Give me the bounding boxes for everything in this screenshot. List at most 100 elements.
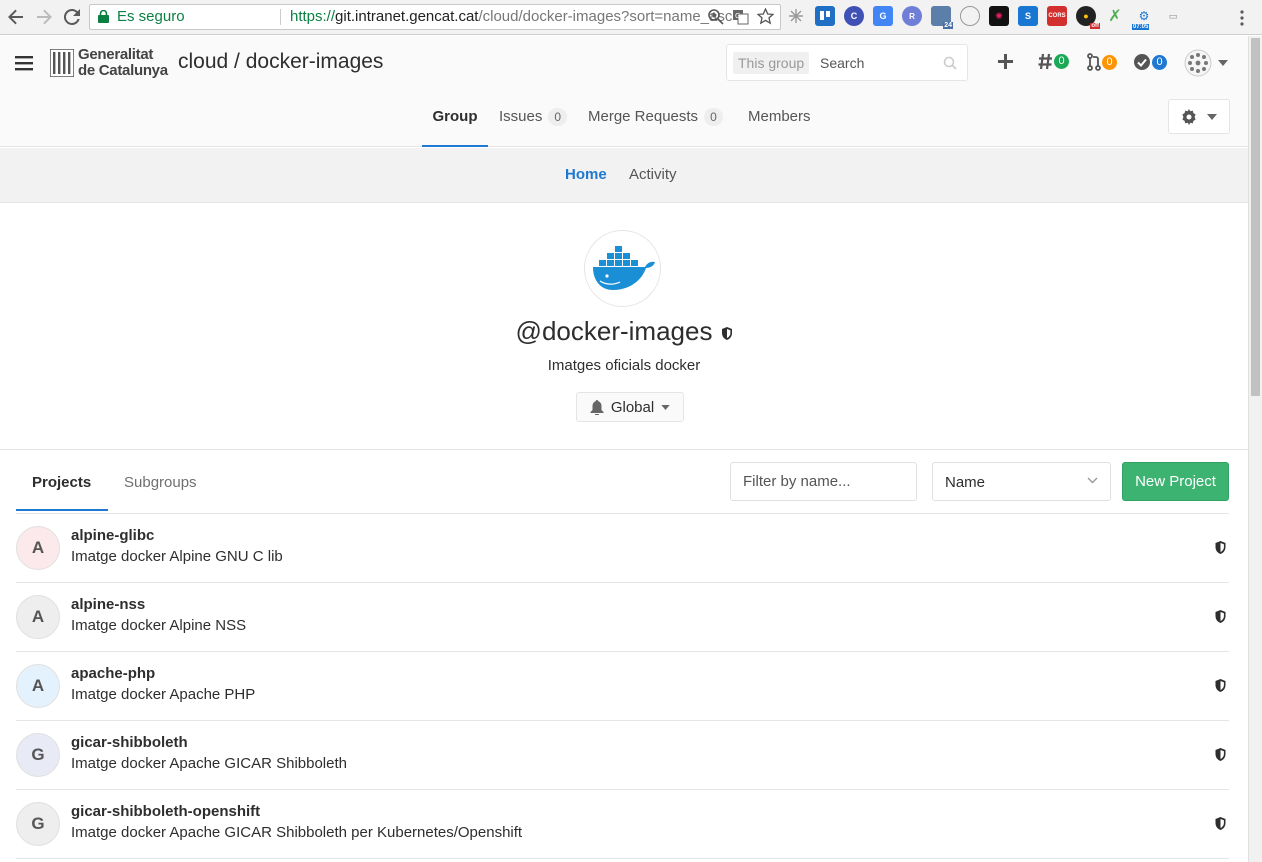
spell-check-icon[interactable]: ✗ (1105, 6, 1125, 26)
omnibox-separator (280, 9, 281, 25)
notification-label: Global (610, 398, 655, 416)
project-name-link[interactable]: gicar-shibboleth (71, 734, 188, 751)
project-name-link[interactable]: alpine-glibc (71, 527, 154, 544)
subtab-home[interactable]: Home (565, 166, 607, 183)
google-translate-icon[interactable]: G (873, 6, 893, 26)
project-avatar[interactable]: G (16, 802, 60, 846)
scrollbar-thumb[interactable] (1251, 38, 1260, 396)
bookmark-star-icon[interactable] (757, 8, 774, 25)
subtab-activity[interactable]: Activity (629, 166, 677, 183)
issues-link[interactable]: 0 (1038, 53, 1069, 70)
sort-select[interactable]: Name (932, 462, 1111, 501)
translate-page-icon[interactable]: G (732, 8, 749, 25)
logo-line-1: Generalitat (78, 46, 154, 63)
logo-line-2: de Catalunya (78, 62, 168, 79)
forward-button[interactable] (32, 5, 56, 29)
tab-projects[interactable]: Projects (32, 474, 91, 491)
visibility-indicator (1215, 817, 1226, 835)
hash-icon (1038, 53, 1052, 70)
url-text: https://git.intranet.gencat.cat/cloud/do… (290, 5, 732, 29)
project-name-link[interactable]: apache-php (71, 665, 155, 682)
project-row[interactable]: Ggicar-shibboleth-openshift Imatge docker… (16, 790, 1229, 859)
tab-subgroups[interactable]: Subgroups (124, 474, 197, 491)
breadcrumb-title[interactable]: cloud / docker-images (178, 50, 383, 74)
tab-issues-label: Issues (499, 108, 543, 125)
browser-toolbar: Es seguro https://git.intranet.gencat.ca… (0, 0, 1262, 35)
clock-ext-icon[interactable]: ⚙ 07:05 (1132, 6, 1154, 30)
reload-button[interactable] (60, 5, 84, 29)
hamburger-menu-icon[interactable] (15, 55, 33, 71)
reload-icon (64, 9, 80, 25)
active-tab-indicator (16, 509, 108, 511)
trello-icon[interactable] (815, 6, 835, 26)
gear-icon (1182, 108, 1196, 125)
chrome-off-icon[interactable]: ● off (1076, 6, 1100, 29)
caret-down-icon (1207, 113, 1217, 120)
project-description: Imatge docker Apache GICAR Shibboleth pe… (71, 824, 523, 841)
project-description: Imatge docker Alpine GNU C lib (71, 548, 283, 565)
section-divider (0, 449, 1248, 450)
colorful-ext-icon[interactable]: ✺ (989, 6, 1009, 26)
new-item-button[interactable] (997, 53, 1014, 70)
s-ext-icon[interactable]: S (1018, 6, 1038, 26)
project-row[interactable]: Aapache-php Imatge docker Apache PHP (16, 652, 1229, 721)
project-avatar[interactable]: A (16, 526, 60, 570)
secure-label: Es seguro (117, 8, 185, 25)
project-row[interactable]: Ggicar-shibboleth Imatge docker Apache GI… (16, 721, 1229, 790)
merge-requests-link[interactable]: 0 (1087, 53, 1117, 71)
tab-issues[interactable]: Issues 0 (499, 91, 568, 147)
calendar-icon[interactable]: 24 (931, 6, 953, 29)
url-path: /cloud/docker-images?sort=name_asc (478, 8, 733, 25)
project-description: Imatge docker Alpine NSS (71, 617, 247, 634)
tab-merge-requests[interactable]: Merge Requests 0 (588, 91, 723, 147)
circle-ext-icon[interactable] (960, 6, 980, 26)
url-scheme: https:// (290, 8, 336, 25)
group-description: Imatges oficials docker (547, 357, 701, 374)
shield-icon (1215, 817, 1226, 830)
search-input[interactable]: This group Search (726, 44, 968, 81)
project-row[interactable]: Aalpine-glibc Imatge docker Alpine GNU C … (16, 514, 1229, 583)
project-avatar[interactable]: A (16, 664, 60, 708)
todos-link[interactable]: 0 (1133, 53, 1167, 71)
generalitat-emblem-icon (50, 49, 74, 77)
check-circle-icon (1134, 54, 1150, 70)
address-bar[interactable]: Es seguro https://git.intranet.gencat.ca… (89, 4, 781, 30)
cors-icon[interactable]: CORS (1047, 6, 1067, 26)
project-name-link[interactable]: gicar-shibboleth-openshift (71, 803, 260, 820)
generalitat-logo[interactable]: Generalitat de Catalunya (50, 47, 168, 79)
project-avatar[interactable]: A (16, 595, 60, 639)
group-settings-dropdown[interactable] (1168, 99, 1230, 134)
r-ext-icon[interactable]: R (902, 6, 922, 26)
merge-requests-badge: 0 (704, 108, 723, 126)
filter-by-name-input[interactable] (730, 462, 917, 501)
group-avatar (584, 230, 661, 307)
project-name-link[interactable]: alpine-nss (71, 596, 145, 613)
snowflake-ext-icon[interactable] (786, 6, 806, 26)
project-avatar[interactable]: G (16, 733, 60, 777)
visibility-indicator (1215, 541, 1226, 559)
tab-group-label: Group (432, 108, 478, 125)
visibility-indicator (1215, 679, 1226, 697)
shield-icon (722, 326, 733, 340)
page-scrollbar[interactable] (1248, 36, 1262, 862)
project-row[interactable]: Aalpine-nss Imatge docker Alpine NSS (16, 583, 1229, 652)
zoom-icon[interactable] (707, 8, 724, 25)
user-menu-dropdown[interactable] (1184, 49, 1228, 77)
todos-count-badge: 0 (1152, 54, 1167, 70)
logo-text: Generalitat de Catalunya (78, 47, 168, 79)
shield-icon (1215, 679, 1226, 692)
plus-icon (998, 54, 1013, 69)
back-button[interactable] (4, 5, 28, 29)
browser-menu-icon[interactable] (1240, 10, 1244, 26)
cors-label: CORS (1048, 13, 1066, 19)
shield-icon (1215, 748, 1226, 761)
tab-group[interactable]: Group (422, 91, 488, 147)
c-ext-icon[interactable]: C (844, 6, 864, 26)
mr-count-badge: 0 (1102, 54, 1117, 70)
notification-dropdown[interactable]: Global (576, 392, 684, 422)
generic-ext-icon[interactable]: ▭ (1163, 6, 1183, 26)
tab-merge-requests-label: Merge Requests (588, 108, 699, 125)
tab-members[interactable]: Members (748, 91, 811, 147)
group-nav: Group Issues 0 Merge Requests 0 Members (0, 91, 1248, 147)
new-project-button[interactable]: New Project (1122, 462, 1229, 501)
